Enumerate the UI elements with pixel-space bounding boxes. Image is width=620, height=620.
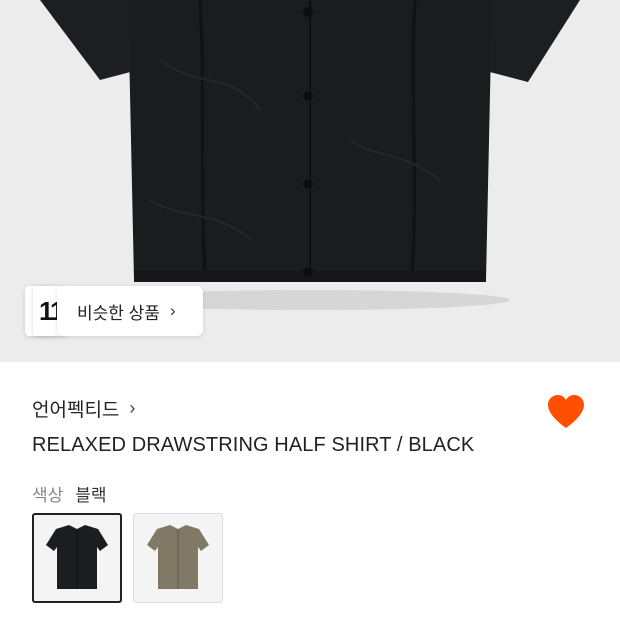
shirt-thumb-khaki [147,525,209,589]
brand-name: 언어펙티드 [32,400,120,421]
color-label: 색상 [32,486,64,505]
chevron-right-icon: › [129,398,136,418]
heart-icon[interactable] [546,394,586,430]
color-swatch-khaki[interactable] [133,513,223,603]
brand-link[interactable]: 언어펙티드 › [32,395,135,422]
product-title: RELAXED DRAWSTRING HALF SHIRT / BLACK [32,434,475,456]
color-selection-row: 색상 블랙 [32,481,107,506]
color-value: 블랙 [75,486,107,505]
shirt-thumb-black [46,525,108,589]
chevron-right-icon: › [169,301,176,320]
similar-products-label: 비슷한 상품 [77,303,160,323]
product-image[interactable]: 11 비슷한 상품 › [0,0,620,362]
similar-products-button[interactable]: 비슷한 상품 › [57,286,203,336]
color-swatch-black[interactable] [32,513,122,603]
